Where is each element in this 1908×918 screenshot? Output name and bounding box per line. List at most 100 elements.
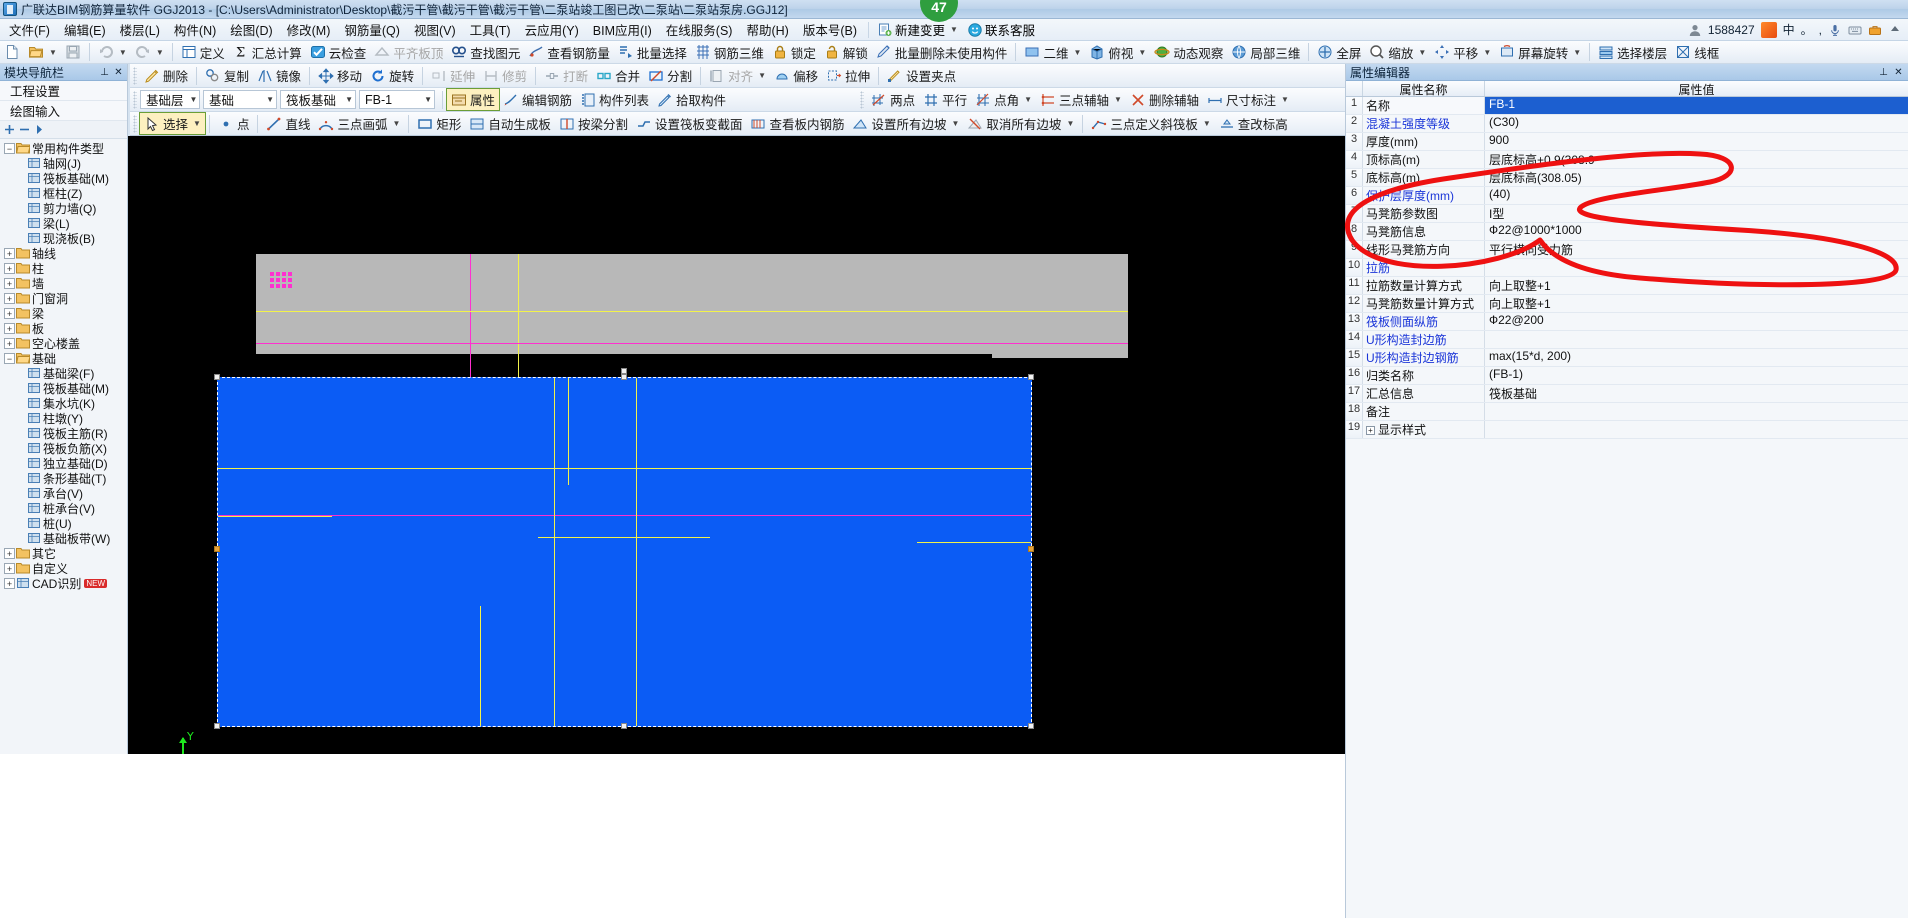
gray-slab-shape[interactable] — [256, 254, 1128, 336]
mirror-button[interactable]: 镜像 — [253, 65, 305, 86]
view-rebar-qty-button[interactable]: 查看钢筋量 — [524, 42, 614, 63]
two-point-axis-button[interactable]: 两点 — [867, 89, 919, 110]
chevron-down-icon[interactable]: ▼ — [193, 119, 201, 128]
selection-grip[interactable] — [214, 723, 220, 729]
property-value-cell[interactable]: 向上取整+1 — [1485, 295, 1908, 312]
chevron-down-icon[interactable]: ▼ — [119, 48, 127, 57]
chevron-down-icon[interactable]: ▼ — [418, 95, 432, 104]
selection-grip-active[interactable] — [214, 546, 220, 552]
user-icon[interactable] — [1688, 23, 1702, 37]
arrow-up-icon[interactable] — [1888, 23, 1902, 37]
property-value-cell[interactable]: Ф22@1000*1000 — [1485, 223, 1908, 240]
tree-item-15[interactable]: 基础梁(F) — [2, 366, 127, 381]
save-button[interactable] — [61, 42, 85, 63]
set-all-slope-button[interactable]: 设置所有边坡 ▼ — [848, 113, 963, 134]
align-slab-top-button[interactable]: 平齐板顶 — [370, 42, 447, 63]
tree-item-12[interactable]: + 板 — [2, 321, 127, 336]
align-button[interactable]: 对齐 ▼ — [705, 65, 770, 86]
keyboard-icon[interactable] — [1848, 23, 1862, 37]
component-list-button[interactable]: 构件列表 — [576, 89, 653, 110]
property-row[interactable]: 10 拉筋 — [1346, 259, 1908, 277]
selected-raft-slab[interactable] — [217, 377, 1032, 727]
component-name-combo[interactable]: FB-1 ▼ — [359, 90, 435, 109]
tree-item-11[interactable]: + 梁 — [2, 306, 127, 321]
delete-axis-button[interactable]: 删除辅轴 — [1126, 89, 1203, 110]
property-value-cell[interactable]: 向上取整+1 — [1485, 277, 1908, 294]
tree-item-28[interactable]: + 自定义 — [2, 561, 127, 576]
menu-view[interactable]: 视图(V) — [407, 17, 463, 42]
chevron-down-icon[interactable]: ▼ — [1203, 119, 1211, 128]
add-icon[interactable] — [3, 123, 16, 136]
property-value-cell[interactable]: max(15*d, 200) — [1485, 349, 1908, 366]
tree-item-29[interactable]: + CAD识别 NEW — [2, 576, 127, 591]
view-2d-button[interactable]: 二维 ▼ — [1020, 42, 1085, 63]
dimension-button[interactable]: 尺寸标注 ▼ — [1203, 89, 1293, 110]
property-value-cell[interactable]: 层底标高+0.9(308.9 — [1485, 151, 1908, 168]
select-floor-button[interactable]: 选择楼层 — [1594, 42, 1671, 63]
redo-button[interactable]: ▼ — [131, 42, 168, 63]
chevron-down-icon[interactable]: ▼ — [392, 119, 400, 128]
sogou-icon[interactable] — [1760, 21, 1777, 38]
tree-item-0[interactable]: − 常用构件类型 — [2, 141, 127, 156]
pick-component-button[interactable]: 拾取构件 — [653, 89, 730, 110]
property-row[interactable]: 9 线形马凳筋方向 平行横向受力筋 — [1346, 241, 1908, 259]
chevron-down-icon[interactable]: ▼ — [49, 48, 57, 57]
collapse-icon[interactable]: − — [4, 353, 15, 364]
chevron-down-icon[interactable]: ▼ — [1073, 48, 1081, 57]
toolbar-grip[interactable] — [133, 90, 137, 109]
ime-punctuation-1[interactable]: 。 — [1801, 21, 1813, 38]
expand-icon[interactable]: + — [4, 293, 15, 304]
three-point-axis-button[interactable]: 三点辅轴 ▼ — [1036, 89, 1126, 110]
tree-item-24[interactable]: 桩承台(V) — [2, 501, 127, 516]
line-tool-button[interactable]: 直线 — [262, 113, 314, 134]
break-button[interactable]: 打断 — [540, 65, 592, 86]
three-point-arc-button[interactable]: 三点画弧 ▼ — [314, 113, 404, 134]
tree-item-16[interactable]: 筏板基础(M) — [2, 381, 127, 396]
move-button[interactable]: 移动 — [314, 65, 366, 86]
property-row[interactable]: 7 马凳筋参数图 I型 — [1346, 205, 1908, 223]
cloud-check-button[interactable]: 云检查 — [306, 42, 371, 63]
property-value-cell[interactable]: (C30) — [1485, 115, 1908, 132]
view-slab-rebar-button[interactable]: 查看板内钢筋 — [746, 113, 848, 134]
property-value-cell[interactable]: 900 — [1485, 133, 1908, 150]
chevron-down-icon[interactable]: ▼ — [1114, 95, 1122, 104]
property-value-cell[interactable] — [1485, 403, 1908, 420]
chevron-down-icon[interactable]: ▼ — [952, 119, 960, 128]
lock-button[interactable]: 锁定 — [768, 42, 820, 63]
orbit-button[interactable]: 动态观察 — [1150, 42, 1227, 63]
property-row[interactable]: 5 底标高(m) 层底标高(308.05) — [1346, 169, 1908, 187]
expand-icon[interactable]: + — [1366, 426, 1375, 436]
tree-item-5[interactable]: 梁(L) — [2, 216, 127, 231]
tree-item-10[interactable]: + 门窗洞 — [2, 291, 127, 306]
property-value-cell[interactable] — [1485, 259, 1908, 276]
trim-button[interactable]: 修剪 — [479, 65, 531, 86]
category-combo[interactable]: 基础 ▼ — [203, 90, 277, 109]
chevron-down-icon[interactable]: ▼ — [184, 95, 198, 104]
chevron-down-icon[interactable]: ▼ — [758, 71, 766, 80]
floor-combo[interactable]: 基础层 ▼ — [140, 90, 200, 109]
pan-button[interactable]: 平移 ▼ — [1430, 42, 1495, 63]
chevron-down-icon[interactable]: ▼ — [950, 25, 958, 34]
tree-item-1[interactable]: 轴网(J) — [2, 156, 127, 171]
partial-3d-button[interactable]: 局部三维 — [1227, 42, 1304, 63]
tree-item-3[interactable]: 框柱(Z) — [2, 186, 127, 201]
chevron-down-icon[interactable]: ▼ — [1066, 119, 1074, 128]
find-element-button[interactable]: 查找图元 — [447, 42, 524, 63]
tree-item-17[interactable]: 集水坑(K) — [2, 396, 127, 411]
split-by-beam-button[interactable]: 按梁分割 — [555, 113, 632, 134]
tree-item-20[interactable]: 筏板负筋(X) — [2, 441, 127, 456]
property-value-cell[interactable]: FB-1 — [1485, 97, 1908, 114]
auto-gen-slab-button[interactable]: 自动生成板 — [465, 113, 555, 134]
property-value-cell[interactable]: 层底标高(308.05) — [1485, 169, 1908, 186]
batch-delete-unused-button[interactable]: 批量删除未使用构件 — [872, 42, 1012, 63]
three-point-slope-raft-button[interactable]: 三点定义斜筏板 ▼ — [1087, 113, 1214, 134]
copy-button[interactable]: 复制 — [201, 65, 253, 86]
set-grip-button[interactable]: 设置夹点 — [883, 65, 960, 86]
tree-item-14[interactable]: − 基础 — [2, 351, 127, 366]
property-row[interactable]: 2 混凝土强度等级 (C30) — [1346, 115, 1908, 133]
microphone-icon[interactable] — [1828, 23, 1842, 37]
property-value-cell[interactable]: Ф22@200 — [1485, 313, 1908, 330]
property-row[interactable]: 6 保护层厚度(mm) (40) — [1346, 187, 1908, 205]
expand-icon[interactable]: + — [4, 263, 15, 274]
menu-file[interactable]: 文件(F) — [2, 17, 57, 42]
